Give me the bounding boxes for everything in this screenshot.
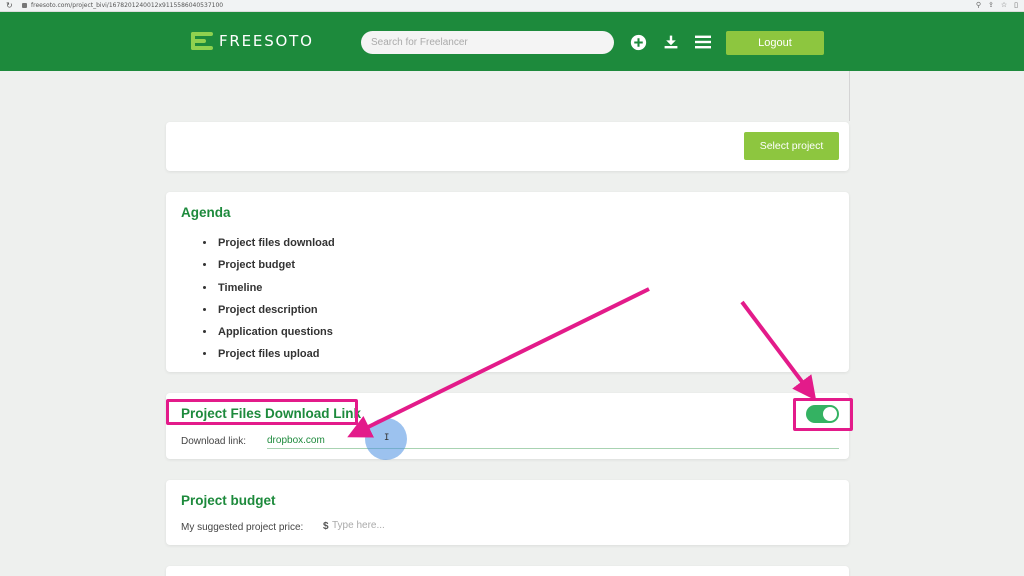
logo-text: FREESOTO <box>219 32 314 50</box>
menu-icon[interactable] <box>693 32 713 52</box>
zoom-icon[interactable]: ⚲ <box>976 1 981 11</box>
price-input[interactable] <box>332 520 532 531</box>
logo-mark-icon <box>191 32 213 50</box>
select-project-button[interactable]: Select project <box>744 132 839 160</box>
suggested-price-label: My suggested project price: <box>181 522 304 533</box>
browser-toolbar: ↻ freesoto.com/project_bivi/167820124001… <box>0 0 1024 12</box>
download-link-label: Download link: <box>181 436 247 447</box>
next-card <box>166 566 849 576</box>
address-bar[interactable]: freesoto.com/project_bivi/1678201240012x… <box>31 1 223 11</box>
app-header: FREESOTO Logout <box>0 12 1024 71</box>
project-budget-title: Project budget <box>181 493 276 508</box>
agenda-item: Project description <box>216 303 335 325</box>
agenda-item: Project files upload <box>216 347 335 369</box>
search-input[interactable] <box>361 31 614 54</box>
sidebar-icon[interactable]: ▯ <box>1014 1 1018 11</box>
share-icon[interactable]: ⇪ <box>988 1 994 11</box>
highlight-box-title <box>166 399 358 425</box>
add-icon[interactable] <box>628 32 648 52</box>
highlight-box-toggle <box>793 398 853 431</box>
download-link-input[interactable] <box>267 433 839 449</box>
select-project-card: Select project <box>166 122 849 171</box>
download-icon[interactable] <box>661 32 681 52</box>
agenda-item: Project files download <box>216 236 335 258</box>
agenda-item: Application questions <box>216 325 335 347</box>
agenda-title: Agenda <box>181 205 231 220</box>
agenda-list: Project files download Project budget Ti… <box>216 236 335 370</box>
logo[interactable]: FREESOTO <box>191 32 314 50</box>
text-cursor-icon: I <box>384 433 390 443</box>
card-divider <box>849 71 850 121</box>
browser-actions: ⚲ ⇪ ☆ ▯ <box>976 1 1018 11</box>
bookmark-star-icon[interactable]: ☆ <box>1001 1 1007 11</box>
lock-icon <box>22 3 27 8</box>
agenda-card: Agenda Project files download Project bu… <box>166 192 849 372</box>
reload-icon[interactable]: ↻ <box>6 1 13 11</box>
logout-button[interactable]: Logout <box>726 31 824 55</box>
agenda-item: Timeline <box>216 281 335 303</box>
agenda-item: Project budget <box>216 258 335 280</box>
project-budget-card: Project budget My suggested project pric… <box>166 480 849 545</box>
currency-symbol: $ <box>323 521 329 532</box>
